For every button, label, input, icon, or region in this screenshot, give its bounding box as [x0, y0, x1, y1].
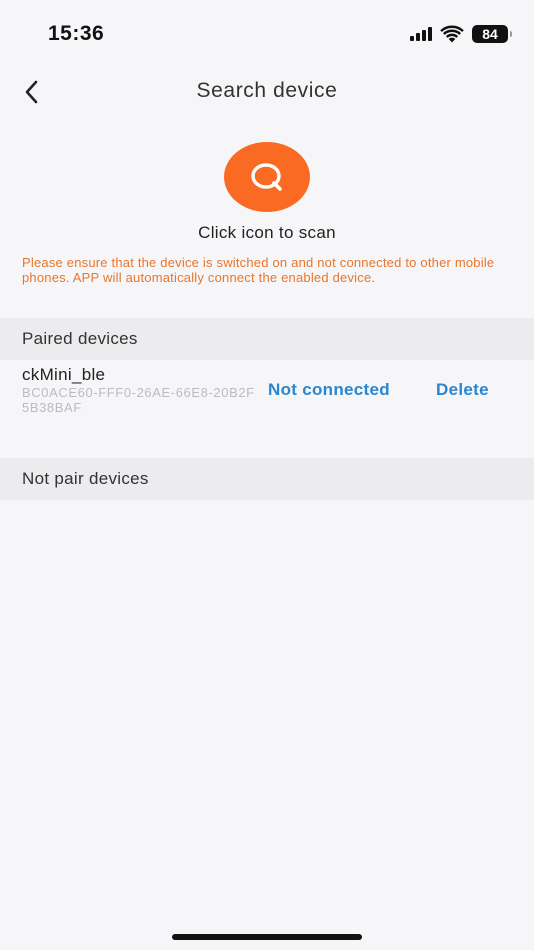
device-name: ckMini_ble — [22, 365, 106, 384]
paired-devices-header: Paired devices — [0, 318, 534, 360]
scan-button[interactable] — [224, 142, 310, 212]
device-row[interactable]: ckMini_ble BC0ACE60-FFF0-26AE-66E8-20B2F… — [0, 361, 534, 457]
status-icons: 84 — [410, 24, 512, 44]
battery-icon: 84 — [472, 25, 512, 43]
page-title: Search device — [196, 79, 338, 102]
connection-status-button[interactable]: Not connected — [268, 380, 390, 400]
device-id: BC0ACE60-FFF0-26AE-66E8-20B2F5B38BAF — [22, 385, 255, 415]
search-icon — [251, 163, 282, 191]
home-indicator[interactable] — [172, 934, 362, 940]
signal-icon — [410, 27, 432, 41]
wifi-icon — [440, 25, 464, 43]
status-bar: 15:36 84 — [0, 0, 534, 66]
warning-text: Please ensure that the device is switche… — [22, 255, 495, 285]
not-paired-devices-header: Not pair devices — [0, 458, 534, 500]
status-time: 15:36 — [48, 22, 105, 45]
delete-button[interactable]: Delete — [436, 380, 489, 400]
battery-level: 84 — [482, 26, 498, 42]
scan-label: Click icon to scan — [198, 223, 336, 242]
nav-bar: Search device — [0, 66, 534, 118]
